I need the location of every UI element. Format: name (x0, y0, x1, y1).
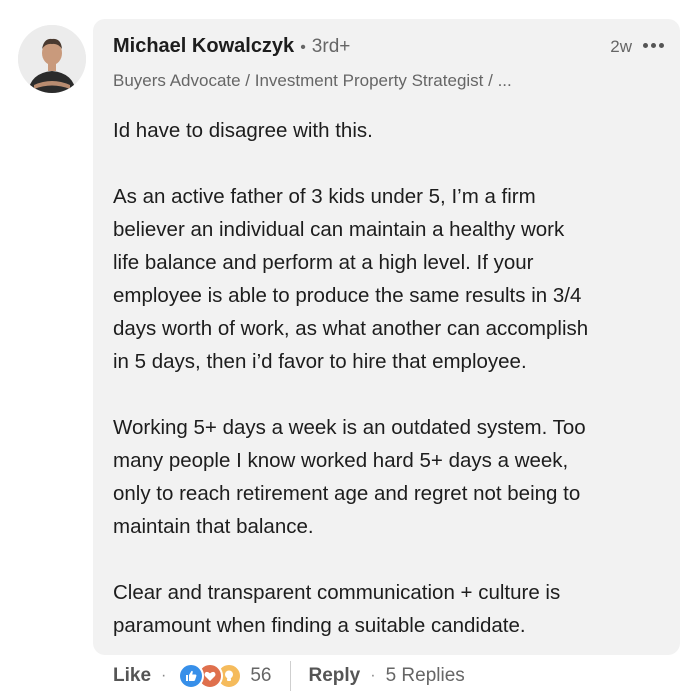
comment-line: life balance and perform at a high level… (113, 251, 534, 274)
comment-line: only to reach retirement age and regret … (113, 482, 581, 505)
separator-dot: • (300, 39, 306, 56)
comment-actions: Like · 56 Reply · 5 Replies (113, 660, 465, 692)
comment-line: employee is able to produce the same res… (113, 284, 582, 307)
comment-line: paramount when finding a suitable candid… (113, 614, 526, 637)
author-headline: Buyers Advocate / Investment Property St… (113, 71, 512, 90)
comment-line: believer an individual can maintain a he… (113, 218, 565, 241)
comment-line: in 5 days, then i’d favor to hire that e… (113, 350, 527, 373)
reply-button[interactable]: Reply (309, 665, 361, 687)
comment-paragraph: Id have to disagree with this. (113, 114, 663, 147)
divider (289, 661, 291, 691)
author-avatar[interactable] (18, 25, 86, 93)
comment-paragraph: Working 5+ days a week is an outdated sy… (113, 411, 663, 543)
comment-line: maintain that balance. (113, 515, 314, 538)
separator-dot: · (161, 667, 167, 684)
comment-line: Clear and transparent communication + cu… (113, 581, 561, 604)
view-replies-link[interactable]: 5 Replies (386, 665, 465, 687)
reaction-count[interactable]: 56 (250, 665, 271, 687)
reactions-summary[interactable]: 56 (178, 663, 272, 689)
separator-dot: · (370, 667, 376, 684)
comment-line: As an active father of 3 kids under 5, I… (113, 185, 536, 208)
author-info: Michael Kowalczyk • 3rd+ (113, 35, 350, 58)
more-options-icon[interactable] (638, 32, 668, 58)
comment-paragraph: Clear and transparent communication + cu… (113, 576, 663, 642)
comment-timestamp: 2w (610, 37, 632, 56)
comment-card: Michael Kowalczyk • 3rd+ Buyers Advocate… (93, 19, 680, 655)
comment-line: days worth of work, as what another can … (113, 317, 589, 340)
connection-degree: 3rd+ (311, 36, 351, 57)
comment-text: Id have to disagree with this. As an act… (113, 114, 663, 642)
author-name[interactable]: Michael Kowalczyk (113, 35, 294, 58)
comment-line: Working 5+ days a week is an outdated sy… (113, 416, 586, 439)
comment-line: many people I know worked hard 5+ days a… (113, 449, 569, 472)
like-button[interactable]: Like (113, 665, 151, 687)
comment-line: Id have to disagree with this. (113, 119, 373, 142)
comment-paragraph: As an active father of 3 kids under 5, I… (113, 180, 663, 378)
